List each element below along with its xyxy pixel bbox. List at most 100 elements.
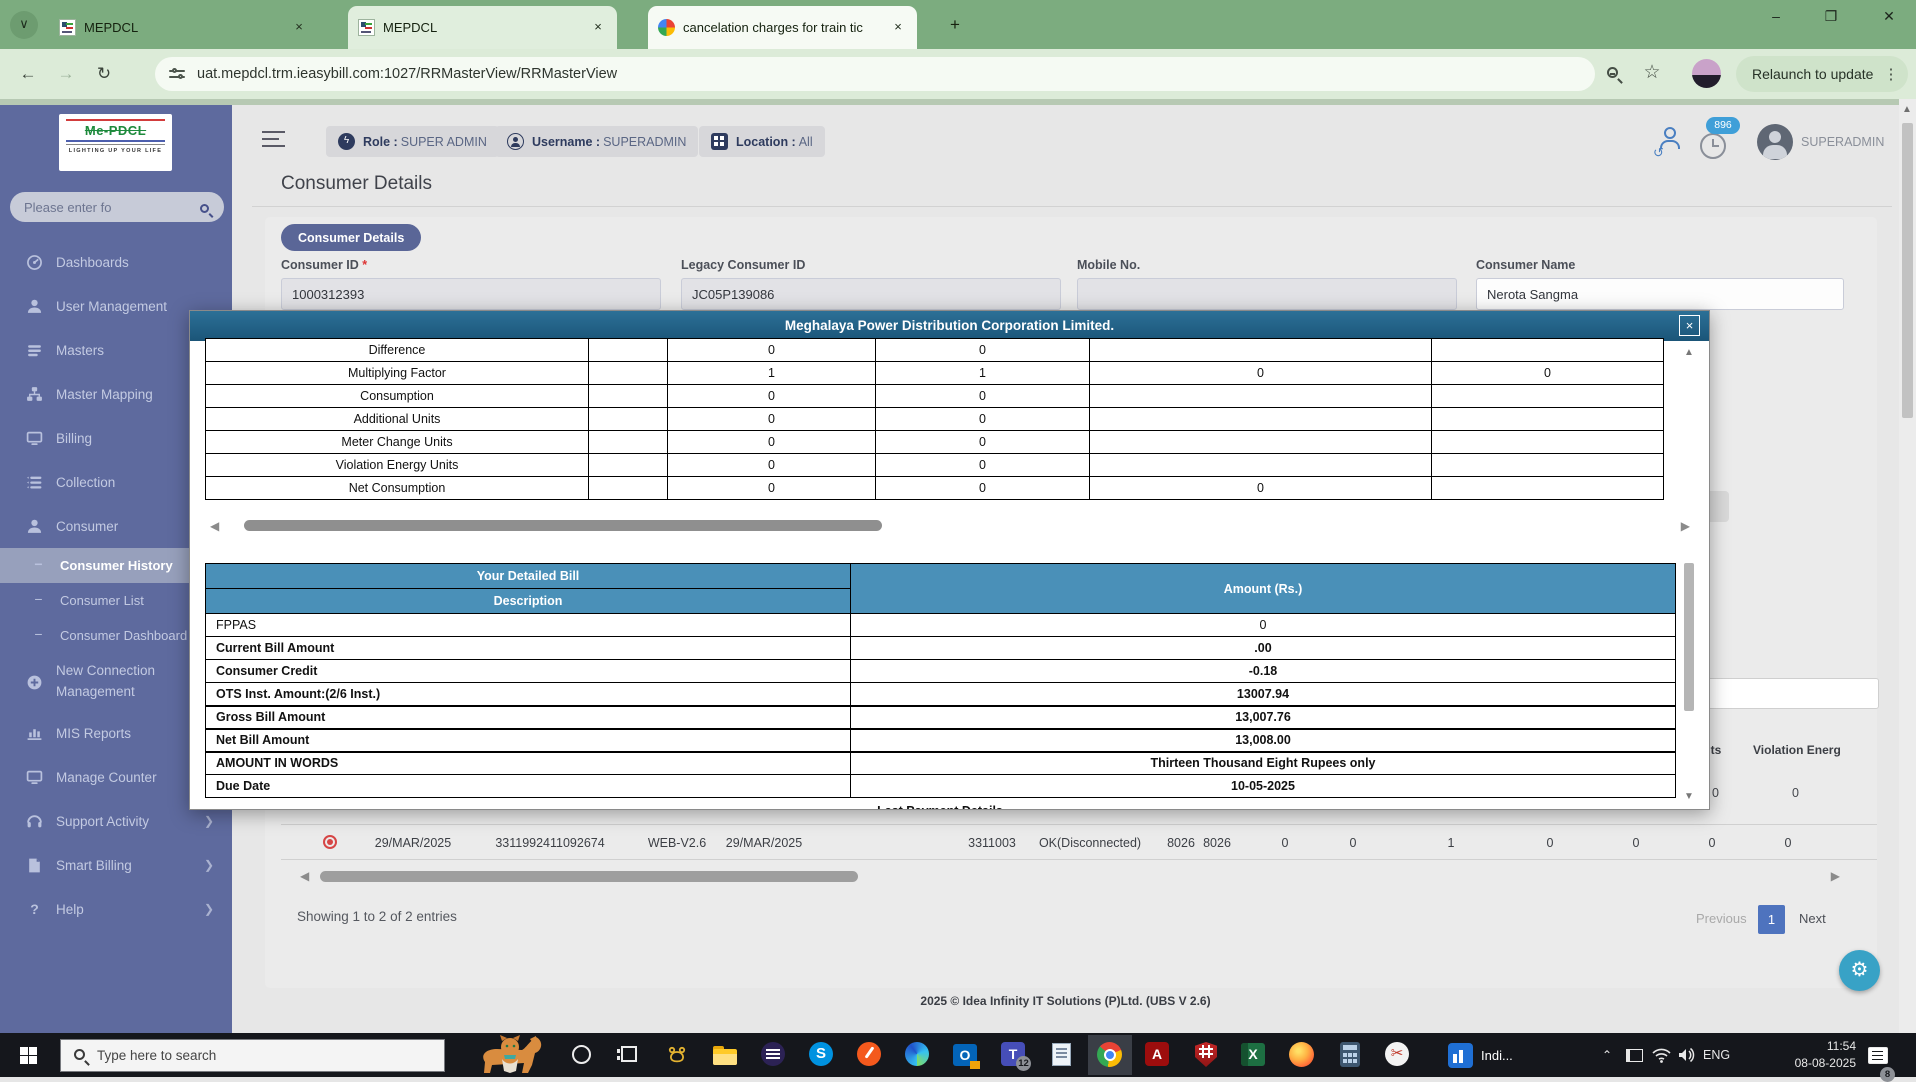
site-info-icon[interactable]: [169, 67, 185, 81]
firefox-taskbar-icon[interactable]: [1280, 1035, 1324, 1075]
notepad-taskbar-icon[interactable]: [1040, 1035, 1084, 1075]
paw-taskbar-icon[interactable]: [656, 1035, 700, 1075]
background-input-peek[interactable]: [1697, 678, 1879, 709]
window-maximize-button[interactable]: ❐: [1808, 0, 1854, 34]
divider: [252, 206, 1892, 207]
reload-icon[interactable]: ↻: [90, 60, 118, 88]
field-label: Mobile No.: [1077, 258, 1140, 272]
shield-taskbar-icon[interactable]: [1184, 1035, 1228, 1075]
scrollbar-thumb[interactable]: [1902, 123, 1913, 418]
header-username: SUPERADMIN: [1801, 135, 1884, 149]
start-button-icon[interactable]: [20, 1047, 37, 1064]
browser-tab-1[interactable]: MEPDCL ×: [49, 6, 318, 49]
task-view-taskbar-icon[interactable]: [608, 1035, 652, 1075]
modal-vertical-scrollbar[interactable]: ▲ ▼: [1683, 347, 1696, 802]
chrome-taskbar-icon[interactable]: [1088, 1035, 1132, 1075]
chrome-menu-icon[interactable]: ⋮: [1883, 65, 1898, 83]
new-tab-button[interactable]: +: [943, 14, 967, 38]
mobile-no--input[interactable]: [1077, 278, 1457, 310]
pagination-previous[interactable]: Previous: [1696, 911, 1747, 926]
meter-cell: [1432, 431, 1664, 454]
tab-close-icon[interactable]: ×: [889, 19, 907, 37]
switch-user-icon[interactable]: ↺: [1655, 125, 1689, 159]
page-vertical-scrollbar[interactable]: ▲: [1899, 99, 1916, 1033]
eclipse-taskbar-icon[interactable]: [752, 1035, 796, 1075]
scroll-up-icon[interactable]: ▲: [1902, 104, 1912, 115]
relaunch-button[interactable]: Relaunch to update ⋮: [1736, 56, 1908, 92]
headset-icon: [26, 813, 43, 830]
doc-icon: [26, 857, 43, 874]
tray-tablet-icon[interactable]: [1626, 1033, 1643, 1077]
language-indicator[interactable]: ENG: [1703, 1033, 1730, 1077]
modal-close-icon[interactable]: ×: [1679, 315, 1700, 336]
scroll-left-icon[interactable]: ◀: [210, 519, 219, 533]
snipping-taskbar-icon[interactable]: ✂: [1376, 1035, 1420, 1075]
scroll-up-icon[interactable]: ▲: [1684, 347, 1694, 358]
browser-tab-2-active[interactable]: MEPDCL ×: [348, 6, 617, 49]
modal-horizontal-scrollbar[interactable]: ◀ ▶: [210, 519, 1690, 533]
zoom-icon[interactable]: [1601, 62, 1623, 84]
calculator-taskbar-icon[interactable]: [1328, 1035, 1372, 1075]
window-close-button[interactable]: ✕: [1866, 0, 1912, 34]
window-minimize-button[interactable]: –: [1753, 0, 1799, 34]
tab-close-icon[interactable]: ×: [290, 19, 308, 37]
sidebar-item-smart-billing[interactable]: Smart Billing❯: [0, 843, 232, 887]
scroll-down-icon[interactable]: ▼: [1684, 791, 1694, 802]
user-avatar[interactable]: [1757, 124, 1793, 160]
tray-chevron-up-icon[interactable]: ⌃: [1602, 1033, 1612, 1077]
bookmark-star-icon[interactable]: ☆: [1641, 62, 1663, 84]
taskbar-search-input[interactable]: [60, 1039, 445, 1072]
file-explorer-taskbar-icon[interactable]: [704, 1035, 748, 1075]
speaker-icon[interactable]: [1678, 1033, 1696, 1077]
view-eye-icon[interactable]: [323, 835, 337, 849]
scrollbar-thumb[interactable]: [320, 871, 858, 882]
meter-row-label: Violation Energy Units: [206, 454, 589, 477]
back-icon[interactable]: ←: [14, 60, 42, 88]
settings-fab-gear-icon[interactable]: ⚙: [1839, 950, 1880, 991]
pagination-page-1[interactable]: 1: [1758, 905, 1785, 934]
consumer-name-input[interactable]: [1476, 278, 1844, 310]
scroll-right-icon[interactable]: ▶: [1831, 869, 1840, 883]
outlook-taskbar-icon[interactable]: O: [944, 1035, 988, 1075]
cortana-taskbar-icon[interactable]: [560, 1035, 604, 1075]
acrobat-taskbar-icon[interactable]: A: [1136, 1035, 1180, 1075]
scroll-left-icon[interactable]: ◀: [300, 869, 309, 883]
history-clock-icon[interactable]: [1700, 133, 1726, 159]
scrollbar-thumb[interactable]: [244, 520, 882, 531]
news-widget[interactable]: Indi...: [1448, 1035, 1513, 1075]
meter-cell: [589, 408, 668, 431]
pen-app-taskbar-icon[interactable]: [848, 1035, 892, 1075]
legacy-consumer-id-input[interactable]: [681, 278, 1061, 310]
consumer-details-tab[interactable]: Consumer Details: [281, 224, 421, 251]
sidebar-item-dashboards[interactable]: Dashboards: [0, 240, 232, 284]
tab-close-icon[interactable]: ×: [589, 19, 607, 37]
sidebar-item-help[interactable]: ?Help❯: [0, 887, 232, 931]
url-text[interactable]: uat.mepdcl.trm.ieasybill.com:1027/RRMast…: [197, 66, 617, 82]
excel-taskbar-icon[interactable]: X: [1232, 1035, 1276, 1075]
browser-profile-avatar[interactable]: [1692, 59, 1721, 88]
forward-icon[interactable]: →: [52, 60, 80, 88]
location-label: Location :: [736, 135, 796, 149]
chevron-right-icon: ❯: [204, 814, 214, 828]
horizontal-scrollbar[interactable]: ◀ ▶: [300, 869, 1840, 884]
notification-center-icon[interactable]: 8: [1868, 1033, 1888, 1077]
wifi-icon[interactable]: [1652, 1033, 1671, 1077]
scrollbar-thumb[interactable]: [1684, 563, 1694, 711]
edge-taskbar-icon[interactable]: [896, 1035, 940, 1075]
browser-tab-3[interactable]: cancelation charges for train tic ×: [648, 6, 917, 49]
pagination-next[interactable]: Next: [1799, 911, 1826, 926]
tab-search-chevron-icon[interactable]: ∨: [10, 11, 38, 39]
meter-table-row: Additional Units00: [206, 408, 1664, 431]
consumer-id-input[interactable]: [281, 278, 661, 310]
dashboard-icon: [26, 254, 43, 271]
tray-clock[interactable]: 11:54 08-08-2025: [1748, 1033, 1856, 1077]
url-bar[interactable]: uat.mepdcl.trm.ieasybill.com:1027/RRMast…: [155, 57, 1595, 91]
meter-cell: 0: [668, 408, 876, 431]
bolt-icon: ϟ: [338, 133, 355, 150]
hamburger-menu-icon[interactable]: [262, 131, 285, 152]
sidebar-search-input[interactable]: [10, 192, 224, 222]
teams-taskbar-icon[interactable]: T12: [992, 1035, 1036, 1075]
history-cell: 3311992411092674: [495, 836, 604, 850]
skype-taskbar-icon[interactable]: S: [800, 1035, 844, 1075]
meter-cell: 0: [668, 339, 876, 362]
